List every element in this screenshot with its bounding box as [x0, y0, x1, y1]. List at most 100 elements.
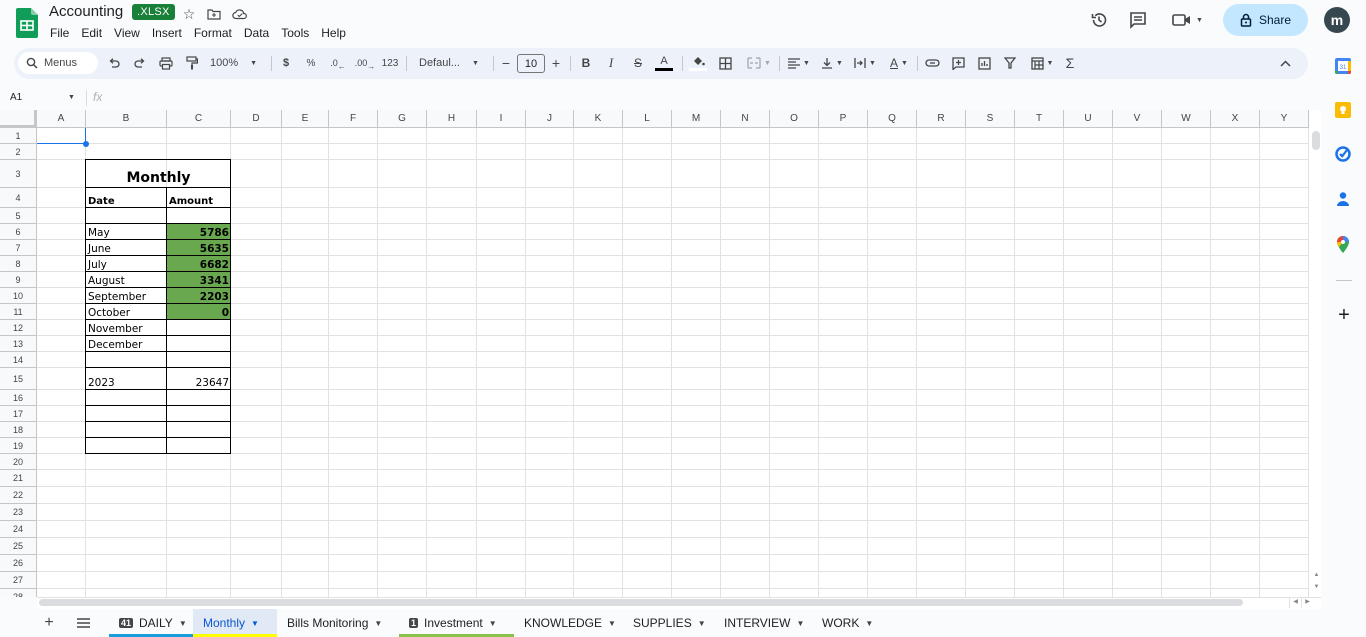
menu-tools[interactable]: Tools — [275, 25, 315, 41]
column-header-c[interactable]: C — [167, 110, 231, 128]
chevron-down-icon[interactable]: ▼ — [865, 619, 873, 628]
row-header-14[interactable]: 14 — [0, 352, 37, 368]
add-addon-icon[interactable]: + — [1335, 304, 1353, 326]
sheets-logo-icon[interactable] — [16, 8, 38, 38]
comments-icon[interactable] — [1128, 10, 1148, 30]
scroll-left-icon[interactable]: ◀ — [1289, 598, 1301, 608]
month-cell[interactable]: July — [86, 256, 167, 272]
filter-views-icon[interactable]: ▼ — [1028, 53, 1056, 73]
font-size-input[interactable]: 10 — [517, 54, 545, 73]
cloud-saved-icon[interactable] — [231, 5, 249, 23]
zoom-select[interactable]: 100% ▼ — [210, 53, 266, 73]
chevron-down-icon[interactable]: ▼ — [698, 619, 706, 628]
column-header-t[interactable]: T — [1015, 110, 1064, 128]
amount-cell[interactable]: 5786 — [167, 224, 231, 240]
row-header-5[interactable]: 5 — [0, 208, 37, 224]
meet-button[interactable]: ▼ — [1172, 10, 1206, 30]
row-header-2[interactable]: 2 — [0, 144, 37, 160]
scroll-right-icon[interactable]: ▶ — [1301, 598, 1313, 608]
move-folder-icon[interactable] — [205, 5, 223, 23]
add-sheet-icon[interactable]: + — [40, 614, 58, 632]
row-header-6[interactable]: 6 — [0, 224, 37, 240]
insert-link-icon[interactable] — [924, 53, 940, 73]
column-header-f[interactable]: F — [329, 110, 378, 128]
row-header-17[interactable]: 17 — [0, 406, 37, 422]
sheet-tab-knowledge[interactable]: KNOWLEDGE ▼ — [514, 609, 623, 637]
text-rotation-icon[interactable]: A ▼ — [885, 53, 913, 73]
column-header-n[interactable]: N — [721, 110, 770, 128]
column-header-h[interactable]: H — [427, 110, 477, 128]
menu-format[interactable]: Format — [188, 25, 238, 41]
all-sheets-icon[interactable] — [74, 614, 92, 632]
chevron-down-icon[interactable]: ▼ — [179, 619, 187, 628]
month-cell[interactable]: June — [86, 240, 167, 256]
row-header-16[interactable]: 16 — [0, 390, 37, 406]
month-cell[interactable]: November — [86, 320, 167, 336]
month-cell[interactable]: October — [86, 304, 167, 320]
merge-cells-icon[interactable]: ▼ — [744, 53, 774, 73]
column-header-r[interactable]: R — [917, 110, 966, 128]
scroll-down-icon[interactable]: ▼ — [1312, 584, 1321, 596]
spreadsheet-grid[interactable]: A B C D E F G H I J K L M N O P Q R S T U V W X Y 1 2 3 4 5 6 7 8 9 10 11 12… — [0, 110, 1321, 597]
text-wrap-icon[interactable]: ▼ — [852, 53, 878, 73]
calendar-icon[interactable]: 31 — [1334, 57, 1352, 75]
name-box[interactable]: A1 — [10, 92, 22, 103]
amount-cell[interactable]: 6682 — [167, 256, 231, 272]
column-header-e[interactable]: E — [282, 110, 329, 128]
filter-icon[interactable] — [1002, 53, 1018, 73]
contacts-icon[interactable] — [1334, 190, 1352, 208]
insert-comment-icon[interactable] — [950, 53, 966, 73]
amount-cell[interactable] — [167, 336, 231, 352]
horizontal-align-icon[interactable]: ▼ — [786, 53, 812, 73]
sheet-tab-daily[interactable]: 41 DAILY ▼ — [109, 609, 193, 637]
chevron-down-icon[interactable]: ▼ — [68, 94, 75, 101]
amount-cell[interactable] — [167, 320, 231, 336]
row-header-7[interactable]: 7 — [0, 240, 37, 256]
percent-format-button[interactable]: % — [303, 53, 319, 73]
undo-icon[interactable] — [106, 53, 122, 73]
sheet-tab-supplies[interactable]: SUPPLIES ▼ — [623, 609, 714, 637]
month-cell[interactable]: September — [86, 288, 167, 304]
more-formats-button[interactable]: 123 — [380, 53, 400, 73]
version-history-icon[interactable] — [1089, 10, 1109, 30]
row-header-8[interactable]: 8 — [0, 256, 37, 272]
scroll-up-icon[interactable]: ▲ — [1312, 572, 1321, 584]
column-header-v[interactable]: V — [1113, 110, 1162, 128]
row-header-18[interactable]: 18 — [0, 422, 37, 438]
decrease-decimal-button[interactable]: .0 ← — [328, 53, 348, 73]
row-header-21[interactable]: 21 — [0, 470, 37, 487]
row-header-23[interactable]: 23 — [0, 504, 37, 521]
row-header-10[interactable]: 10 — [0, 288, 37, 304]
row-header-4[interactable]: 4 — [0, 188, 37, 208]
column-header-i[interactable]: I — [477, 110, 526, 128]
month-cell[interactable]: May — [86, 224, 167, 240]
sheet-tab-bills-monitoring[interactable]: Bills Monitoring ▼ — [277, 609, 399, 637]
row-header-11[interactable]: 11 — [0, 304, 37, 320]
menu-data[interactable]: Data — [238, 25, 275, 41]
share-button[interactable]: Share — [1223, 4, 1308, 36]
decrease-font-size-icon[interactable]: − — [499, 53, 513, 73]
column-header-d[interactable]: D — [231, 110, 282, 128]
paint-format-icon[interactable] — [183, 53, 201, 73]
amount-cell[interactable]: 3341 — [167, 272, 231, 288]
row-header-13[interactable]: 13 — [0, 336, 37, 352]
increase-decimal-button[interactable]: .00 → — [354, 53, 376, 73]
column-header-y[interactable]: Y — [1260, 110, 1309, 128]
chevron-down-icon[interactable]: ▼ — [489, 619, 497, 628]
vertical-align-icon[interactable]: ▼ — [819, 53, 845, 73]
month-cell[interactable]: August — [86, 272, 167, 288]
total-value-cell[interactable]: 23647 — [167, 368, 231, 390]
sheet-tab-monthly[interactable]: Monthly ▼ — [193, 609, 277, 637]
column-header-j[interactable]: J — [526, 110, 574, 128]
column-header-x[interactable]: X — [1211, 110, 1260, 128]
maps-icon[interactable] — [1334, 235, 1352, 253]
column-header-b[interactable]: B — [86, 110, 167, 128]
total-label-cell[interactable]: 2023 — [86, 368, 167, 390]
row-header-25[interactable]: 25 — [0, 538, 37, 555]
strikethrough-icon[interactable]: S — [630, 53, 646, 73]
row-header-27[interactable]: 27 — [0, 572, 37, 589]
menus-search[interactable]: Menus — [18, 52, 98, 74]
row-header-1[interactable]: 1 — [0, 128, 37, 144]
month-cell[interactable]: December — [86, 336, 167, 352]
print-icon[interactable] — [157, 53, 175, 73]
